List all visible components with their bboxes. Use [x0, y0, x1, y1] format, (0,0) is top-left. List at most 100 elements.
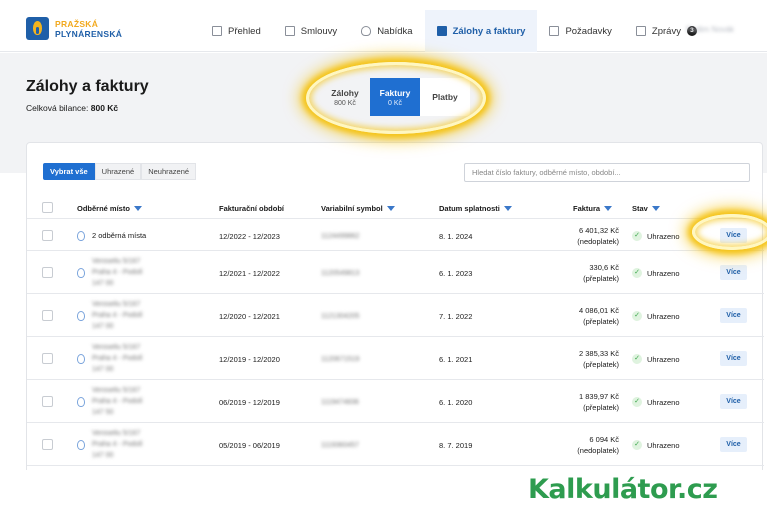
tab-label: Zálohy	[331, 87, 359, 98]
table-row[interactable]: Verosellu 5/167 Praha 4 - Podolí 147 00 1…	[27, 337, 764, 380]
column-header-due[interactable]: Datum splatnosti	[439, 204, 512, 213]
balance-label: Celková bilance:	[26, 103, 89, 113]
row-place: Verosellu 5/167 Praha 4 - Podolí 147 00	[92, 258, 143, 287]
status-filter: Vybrat vše Uhrazené Neuhrazené	[43, 163, 197, 180]
table-row[interactable]: Verosellu 5/167 Praha 4 - Podolí 147 00 0…	[27, 423, 764, 466]
row-amount-block: 6 094 Kč (nedoplatek)	[549, 434, 619, 456]
location-icon	[77, 231, 85, 241]
row-place: Verosellu 5/167 Praha 4 - Podolí 147 00	[92, 301, 143, 330]
tab-faktury[interactable]: Faktury 0 Kč	[370, 78, 420, 116]
row-place: 2 odběrná místa	[92, 231, 147, 240]
flame-icon	[361, 26, 372, 36]
row-place: Verosellu 5/167 Praha 4 - Podolí 147 00	[92, 430, 143, 459]
top-bar: PRAŽSKÁ PLYNÁRENSKÁ Přehled Smlouvy Nabí…	[0, 0, 767, 52]
check-icon: ✓	[632, 311, 642, 321]
row-amount-note: (nedoplatek)	[577, 446, 619, 455]
filter-icon[interactable]	[386, 206, 395, 211]
more-button[interactable]: Více	[720, 228, 747, 243]
tab-zalohy[interactable]: Zálohy 800 Kč	[320, 78, 370, 116]
nav-item-smlouvy[interactable]: Smlouvy	[273, 10, 349, 52]
filter-icon[interactable]	[651, 206, 660, 211]
column-header-vs[interactable]: Variabilní symbol	[321, 204, 395, 213]
row-period: 12/2020 - 12/2021	[219, 312, 280, 321]
tab-label: Platby	[432, 92, 458, 102]
request-icon	[549, 26, 560, 36]
filter-icon[interactable]	[604, 206, 613, 211]
row-amount-block: 4 086,01 Kč (přeplatek)	[549, 305, 619, 327]
row-amount-block: 330,6 Kč (přeplatek)	[549, 262, 619, 284]
row-amount-note: (přeplatek)	[583, 274, 619, 283]
row-variable-symbol: 1121304205	[321, 313, 360, 320]
table-header: Odběrné místo Fakturační období Variabil…	[27, 197, 764, 219]
row-due-date: 6. 1. 2020	[439, 398, 473, 407]
row-status: ✓ Uhrazeno	[632, 231, 680, 241]
row-variable-symbol: 1119360457	[321, 442, 359, 449]
row-checkbox[interactable]	[42, 310, 53, 321]
table-row[interactable]: 2 odběrná místa 12/2022 - 12/2023 11244998…	[27, 220, 764, 251]
tab-amount: 0 Kč	[387, 99, 402, 107]
nav-item-prehled[interactable]: Přehled	[200, 10, 273, 52]
filter-all[interactable]: Vybrat vše	[43, 163, 95, 180]
filter-icon[interactable]	[133, 206, 142, 211]
column-header-status[interactable]: Stav	[632, 204, 660, 213]
nav-item-nabidka[interactable]: Nabídka	[349, 10, 424, 52]
column-header-period: Fakturační období	[219, 204, 285, 213]
nav-item-zalohy-a-faktury[interactable]: Zálohy a faktury	[424, 10, 538, 52]
nav-label: Zprávy	[651, 25, 681, 37]
brand-logo[interactable]: PRAŽSKÁ PLYNÁRENSKÁ	[26, 17, 122, 40]
nav-label: Smlouvy	[300, 25, 338, 37]
more-button[interactable]: Více	[720, 437, 747, 452]
user-menu[interactable]: Radim Novák	[686, 25, 734, 34]
status-label: Uhrazeno	[647, 231, 680, 241]
location-icon	[77, 354, 85, 364]
row-amount: 4 086,01 Kč	[578, 306, 619, 315]
row-period: 05/2019 - 06/2019	[219, 441, 280, 450]
more-button[interactable]: Více	[720, 394, 747, 409]
search-input[interactable]: Hledat číslo faktury, odběrné místo, obd…	[464, 163, 750, 182]
row-due-date: 8. 7. 2019	[439, 441, 473, 450]
row-status: ✓ Uhrazeno	[632, 354, 680, 364]
row-amount: 6 401,32 Kč	[578, 226, 619, 235]
table-row[interactable]: Verosellu 5/167 Praha 4 - Podolí 147 00 1…	[27, 251, 764, 294]
row-amount-block: 2 385,33 Kč (přeplatek)	[549, 348, 619, 370]
row-variable-symbol: 1124499862	[321, 233, 360, 240]
more-button[interactable]: Více	[720, 308, 747, 323]
main-nav: Přehled Smlouvy Nabídka Zálohy a faktury…	[200, 10, 709, 52]
column-header-invoice[interactable]: Faktura	[573, 204, 613, 213]
watermark-logo: Kalkulátor.cz	[528, 474, 718, 505]
table-row[interactable]: Verosellu 5/167 Praha 4 - Podolí 147 50 0…	[27, 380, 764, 423]
nav-label: Požadavky	[565, 25, 612, 37]
filter-unpaid[interactable]: Neuhrazené	[141, 163, 197, 180]
check-icon: ✓	[632, 397, 642, 407]
row-amount: 1 839,97 Kč	[578, 392, 619, 401]
table-row[interactable]: Verosellu 5/167 Praha 4 - Podolí 147 00 1…	[27, 294, 764, 337]
row-checkbox[interactable]	[42, 267, 53, 278]
column-header-place[interactable]: Odběrné místo	[77, 204, 142, 213]
tab-label: Faktury	[379, 87, 411, 98]
row-checkbox[interactable]	[42, 230, 53, 241]
nav-item-pozadavky[interactable]: Požadavky	[537, 10, 623, 52]
row-status: ✓ Uhrazeno	[632, 268, 680, 278]
more-button[interactable]: Více	[720, 265, 747, 280]
grid-icon	[212, 26, 222, 36]
page-title: Zálohy a faktury	[26, 78, 149, 95]
status-label: Uhrazeno	[647, 268, 680, 278]
row-amount-block: 6 401,32 Kč (nedoplatek)	[549, 225, 619, 247]
row-checkbox[interactable]	[42, 353, 53, 364]
more-button[interactable]: Více	[720, 351, 747, 366]
row-checkbox[interactable]	[42, 396, 53, 407]
section-tabs: Zálohy 800 Kč Faktury 0 Kč Platby	[320, 78, 470, 116]
check-icon: ✓	[632, 440, 642, 450]
select-all-checkbox[interactable]	[42, 202, 53, 213]
tab-amount: 800 Kč	[334, 99, 356, 107]
location-icon	[77, 268, 85, 278]
tab-platby[interactable]: Platby	[420, 78, 470, 116]
filter-icon[interactable]	[503, 206, 512, 211]
nav-label: Nabídka	[377, 25, 413, 37]
row-amount: 2 385,33 Kč	[578, 349, 619, 358]
row-checkbox[interactable]	[42, 439, 53, 450]
filter-paid[interactable]: Uhrazené	[94, 163, 142, 180]
check-icon: ✓	[632, 268, 642, 278]
row-amount-note: (přeplatek)	[583, 360, 619, 369]
check-icon: ✓	[632, 231, 642, 241]
